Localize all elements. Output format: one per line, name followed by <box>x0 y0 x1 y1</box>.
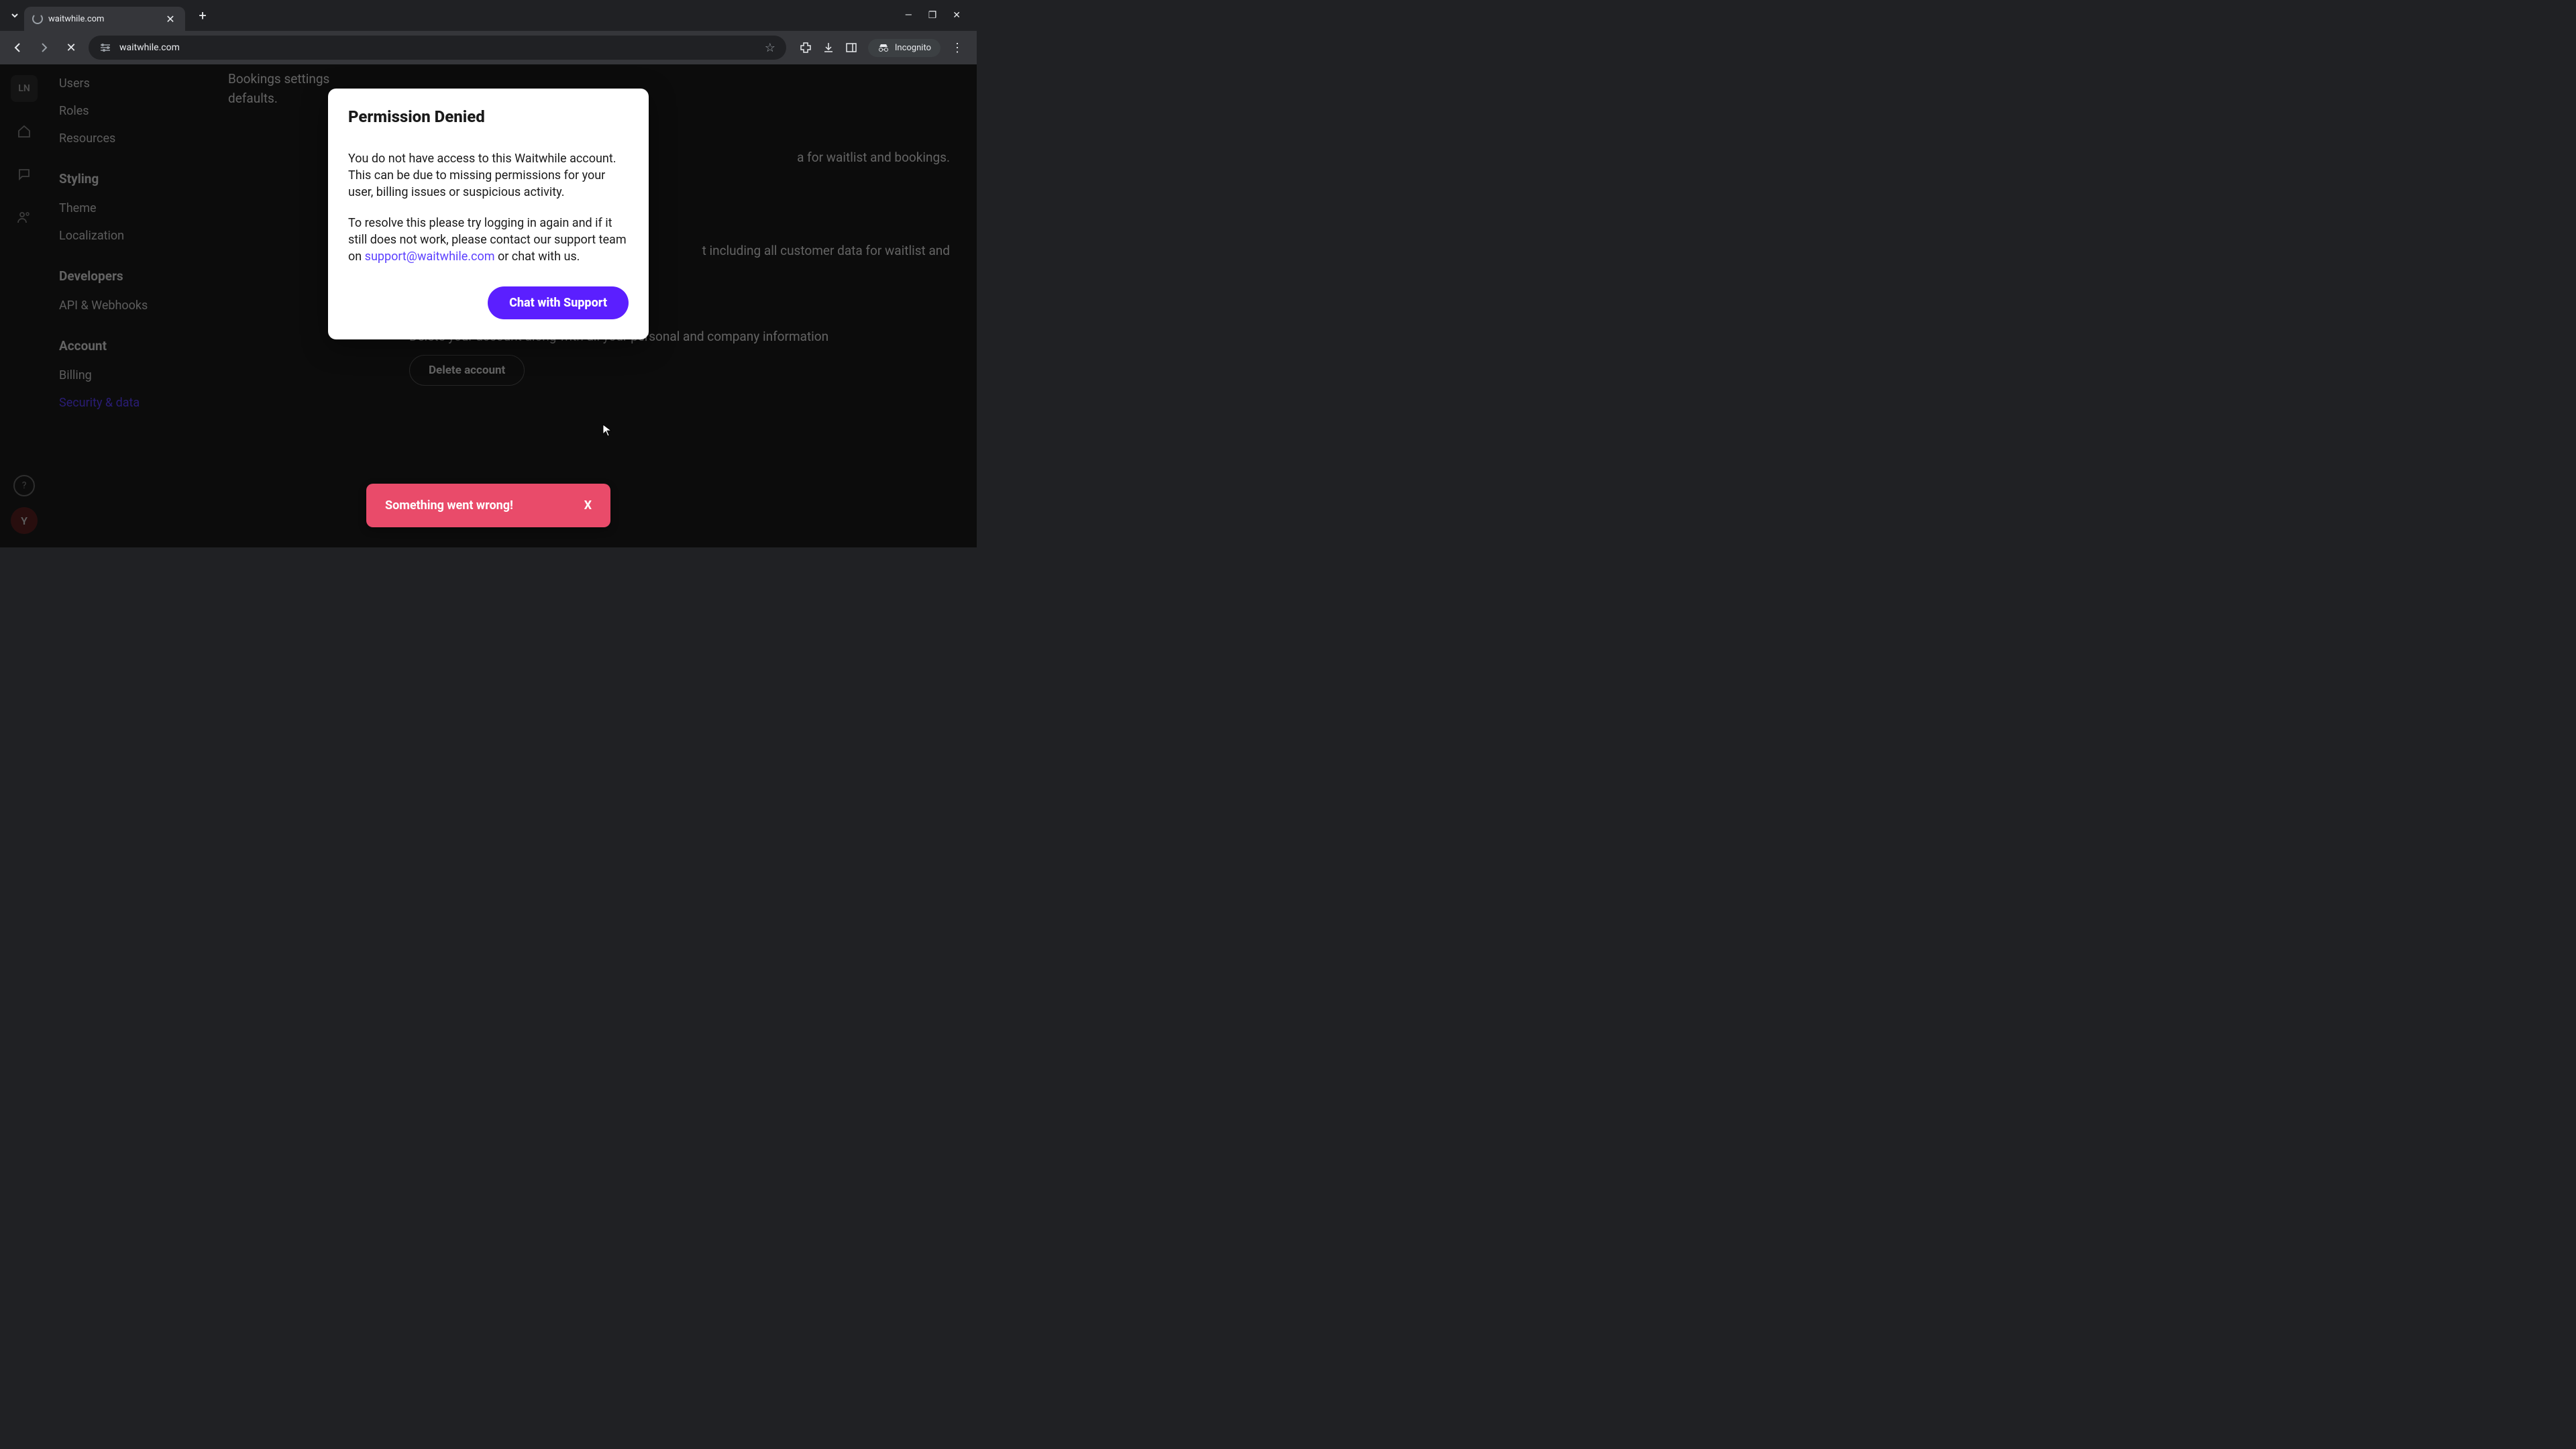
loading-spinner-icon <box>32 13 43 24</box>
chat-icon[interactable] <box>11 161 38 188</box>
browser-tab[interactable]: waitwhile.com ✕ <box>24 7 185 31</box>
toast-close-button[interactable]: X <box>584 498 592 513</box>
people-icon[interactable] <box>11 204 38 231</box>
intro-text-1: Bookings settings <box>228 71 329 87</box>
incognito-label: Incognito <box>895 43 931 53</box>
permission-denied-modal: Permission Denied You do not have access… <box>328 89 649 339</box>
data-line: a for waitlist and bookings. <box>797 150 950 165</box>
incognito-badge[interactable]: Incognito <box>868 39 941 57</box>
arrow-right-icon <box>38 42 50 54</box>
incognito-icon <box>877 44 890 52</box>
workspace-avatar[interactable]: LN <box>11 75 38 102</box>
chevron-down-icon <box>11 11 19 19</box>
panel-icon <box>845 42 857 54</box>
user-avatar[interactable]: Y <box>11 507 38 534</box>
modal-body-1: You do not have access to this Waitwhile… <box>348 150 629 201</box>
chat-with-support-button[interactable]: Chat with Support <box>488 286 629 319</box>
settings-sidebar: UsersRolesResources Styling ThemeLocaliza… <box>59 64 200 435</box>
sidebar-item-resources[interactable]: Resources <box>59 125 200 152</box>
sidebar-item-api-webhooks[interactable]: API & Webhooks <box>59 292 200 319</box>
minimize-button[interactable]: — <box>905 10 912 21</box>
bookmark-star-icon[interactable]: ☆ <box>765 41 775 55</box>
delete-line: t including all customer data for waitli… <box>702 243 950 258</box>
delete-account-button[interactable]: Delete account <box>409 355 525 386</box>
sidebar-heading: Styling <box>59 171 200 186</box>
download-icon <box>822 42 835 54</box>
puzzle-icon <box>800 42 812 54</box>
home-icon[interactable] <box>11 118 38 145</box>
stop-reload-button[interactable]: ✕ <box>62 38 80 57</box>
browser-toolbar: ✕ waitwhile.com ☆ Incognito ⋮ <box>0 31 977 64</box>
left-rail: LN ? Y <box>0 64 48 547</box>
modal-body-2: To resolve this please try logging in ag… <box>348 215 629 266</box>
address-bar[interactable]: waitwhile.com ☆ <box>89 36 786 60</box>
sidebar-item-users[interactable]: Users <box>59 70 200 97</box>
url-text: waitwhile.com <box>119 42 757 53</box>
tab-title: waitwhile.com <box>48 14 158 24</box>
help-icon[interactable]: ? <box>13 475 35 496</box>
intro-text-2: defaults. <box>228 91 278 106</box>
toast-message: Something went wrong! <box>385 498 513 513</box>
tab-close-button[interactable]: ✕ <box>164 13 177 25</box>
support-email-link[interactable]: support@waitwhile.com <box>365 250 495 264</box>
maximize-button[interactable]: ❐ <box>928 10 937 21</box>
sidebar-item-theme[interactable]: Theme <box>59 195 200 222</box>
close-window-button[interactable]: ✕ <box>953 10 961 21</box>
sidebar-item-billing[interactable]: Billing <box>59 362 200 389</box>
extensions-icon[interactable] <box>800 42 812 54</box>
error-toast: Something went wrong! X <box>366 484 610 527</box>
side-panel-icon[interactable] <box>845 42 857 54</box>
sidebar-heading: Developers <box>59 268 200 284</box>
site-settings-icon[interactable] <box>99 43 111 52</box>
new-tab-button[interactable]: + <box>193 7 212 23</box>
sidebar-heading: Account <box>59 338 200 354</box>
toolbar-actions: Incognito ⋮ <box>794 39 969 57</box>
sidebar-item-roles[interactable]: Roles <box>59 97 200 125</box>
sidebar-item-localization[interactable]: Localization <box>59 222 200 250</box>
window-controls: — ❐ ✕ <box>905 10 971 21</box>
back-button[interactable] <box>8 38 27 57</box>
downloads-icon[interactable] <box>822 42 835 54</box>
modal-title: Permission Denied <box>348 107 629 126</box>
browser-menu-button[interactable]: ⋮ <box>951 41 963 55</box>
sidebar-item-security-data[interactable]: Security & data <box>59 389 200 417</box>
arrow-left-icon <box>11 42 23 54</box>
tune-icon <box>99 43 111 52</box>
browser-tab-strip: waitwhile.com ✕ + — ❐ ✕ <box>0 0 977 31</box>
forward-button[interactable] <box>35 38 54 57</box>
tabs-dropdown[interactable] <box>5 6 24 25</box>
